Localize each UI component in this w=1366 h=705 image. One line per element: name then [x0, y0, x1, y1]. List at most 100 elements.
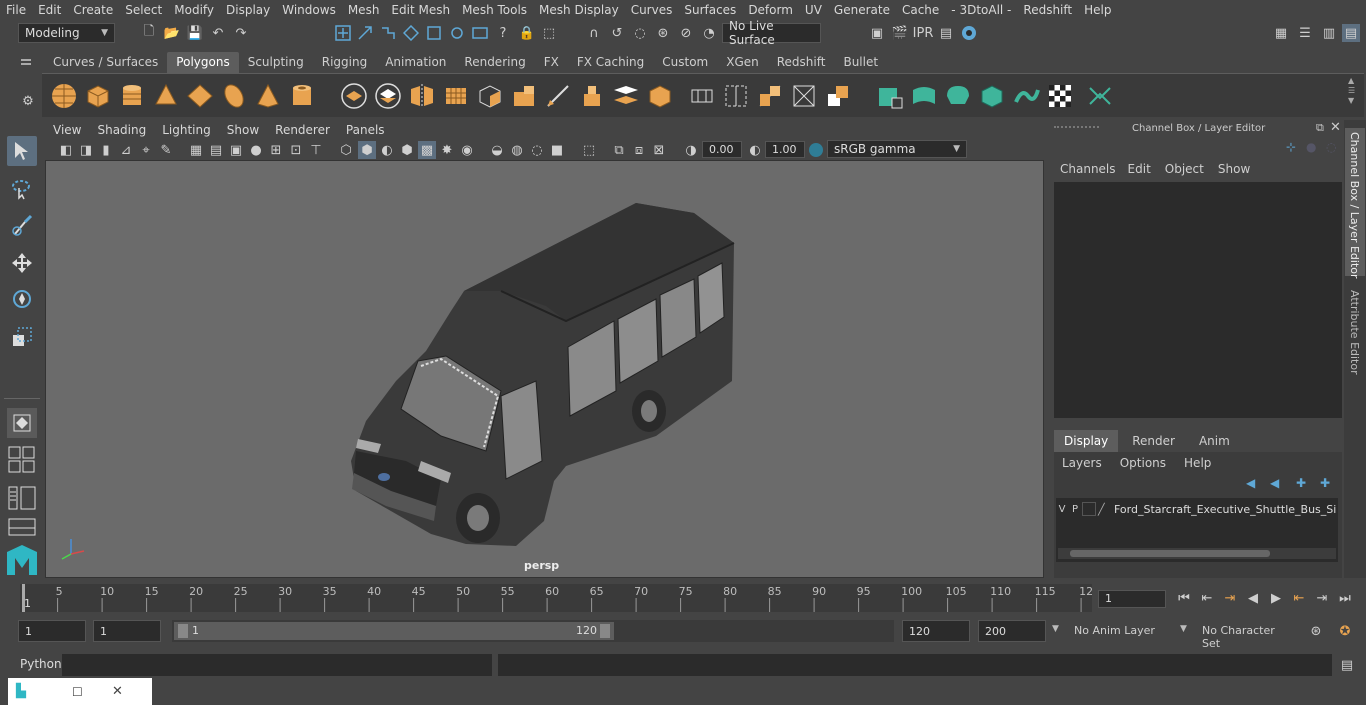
poly-cylinder-icon[interactable] — [118, 82, 146, 110]
ipr-render-icon[interactable]: IPR — [913, 24, 934, 42]
poly-plane-icon[interactable] — [186, 82, 214, 110]
menu-3dtoall[interactable]: - 3DtoAll - — [945, 3, 1017, 17]
layer-color-swatch[interactable] — [1082, 502, 1096, 516]
menu-mesh[interactable]: Mesh — [342, 3, 386, 17]
snap-pivot-icon[interactable]: ⊘ — [677, 24, 695, 42]
command-language-label[interactable]: Python — [20, 657, 62, 671]
wireframe-on-shaded-icon[interactable]: ◐ — [378, 141, 396, 159]
playback-preferences-icon[interactable]: ✪ — [1336, 622, 1354, 640]
range-slider-handle[interactable]: 1 120 — [174, 622, 614, 640]
menu-deform[interactable]: Deform — [742, 3, 799, 17]
tab-sculpting[interactable]: Sculpting — [239, 52, 313, 73]
move-layer-down-icon[interactable]: ◀ — [1270, 476, 1279, 490]
magnet-icon[interactable]: ∩ — [585, 24, 603, 42]
scene-start-field[interactable]: 1 — [18, 620, 86, 642]
uv-unfold-icon[interactable] — [1012, 82, 1040, 110]
auto-key-icon[interactable]: ⊛ — [1307, 622, 1325, 640]
anim-layer-dropdown[interactable]: No Anim Layer — [1068, 620, 1170, 642]
current-frame-field[interactable]: 1 — [1098, 590, 1166, 608]
film-gate-icon[interactable]: ▤ — [207, 141, 225, 159]
tab-rendering[interactable]: Rendering — [455, 52, 534, 73]
side-tab-attribute-editor[interactable]: Attribute Editor — [1345, 286, 1365, 376]
soft-select-icon[interactable] — [7, 408, 37, 438]
new-scene-icon[interactable]: 🗋 — [140, 24, 158, 42]
workspace-layout-icon[interactable]: ▦ — [1272, 24, 1290, 42]
menu-mesh-display[interactable]: Mesh Display — [533, 3, 625, 17]
move-tool-icon[interactable] — [7, 248, 37, 278]
speed-icon[interactable]: ● — [1306, 140, 1316, 154]
menu-generate[interactable]: Generate — [828, 3, 896, 17]
bevel-icon[interactable] — [510, 82, 538, 110]
menu-layers[interactable]: Layers — [1062, 456, 1120, 470]
viewport-persp[interactable]: persp — [45, 160, 1044, 578]
smooth-icon[interactable] — [442, 82, 470, 110]
merge-vertices-icon[interactable] — [824, 82, 852, 110]
menu-lighting[interactable]: Lighting — [154, 123, 219, 137]
range-start-grip[interactable] — [178, 624, 188, 638]
redo-icon[interactable]: ↷ — [232, 24, 250, 42]
bridge-icon[interactable] — [612, 82, 640, 110]
render-current-icon[interactable]: 🎬 — [891, 24, 909, 42]
close-panel-icon[interactable]: ✕ — [1330, 120, 1341, 135]
chevron-down-icon[interactable]: ▼ — [1180, 624, 1187, 634]
time-ruler[interactable]: 5 10 15 20 25 30 35 40 45 50 55 60 65 70 75 80 85 90 95 100… — [20, 584, 1093, 612]
lasso-snap-icon[interactable]: ↺ — [608, 24, 626, 42]
select-by-hierarchy-icon[interactable] — [334, 24, 352, 42]
channel-list[interactable] — [1054, 182, 1342, 418]
tab-fx-caching[interactable]: FX Caching — [568, 52, 653, 73]
range-end-grip[interactable] — [600, 624, 610, 638]
close-icon[interactable]: ✕ — [112, 684, 123, 699]
combine-icon[interactable] — [340, 82, 368, 110]
bookmark-icon[interactable]: ▮ — [97, 141, 115, 159]
xray-icon[interactable]: ■ — [548, 141, 566, 159]
exposure-field[interactable]: 0.00 — [702, 141, 742, 158]
grid-toggle-icon[interactable]: ▦ — [187, 141, 205, 159]
step-forward-key-icon[interactable]: ⇥ — [1313, 589, 1331, 607]
menu-cb-show[interactable]: Show — [1218, 162, 1250, 176]
layer-hscrollbar[interactable] — [1058, 548, 1336, 559]
layout-single-icon[interactable] — [8, 518, 36, 536]
wireframe-icon[interactable]: ⬡ — [337, 141, 355, 159]
menu-modify[interactable]: Modify — [168, 3, 220, 17]
layer-name[interactable]: Ford_Starcraft_Executive_Shuttle_Bus_Sim… — [1114, 503, 1336, 516]
layer-edit-icon[interactable]: ╱ — [1098, 503, 1114, 516]
script-editor-icon[interactable]: ▤ — [1338, 656, 1356, 674]
character-set-dropdown[interactable]: No Character Set — [1196, 620, 1300, 650]
paint-select-tool-icon[interactable] — [7, 210, 37, 240]
layer-row[interactable]: V P ╱ Ford_Starcraft_Executive_Shuttle_B… — [1056, 500, 1338, 518]
tab-render[interactable]: Render — [1118, 430, 1189, 452]
hypershade-icon[interactable] — [960, 24, 978, 42]
uv-cylindrical-icon[interactable] — [910, 82, 938, 110]
snap-grid-icon[interactable] — [402, 24, 420, 42]
depth-of-field-icon[interactable]: ◌ — [528, 141, 546, 159]
time-slider[interactable]: 5 10 15 20 25 30 35 40 45 50 55 60 65 70 75 80 85 90 95 100… — [0, 580, 1366, 616]
field-chart-icon[interactable]: ⊞ — [267, 141, 285, 159]
multi-cut-icon[interactable] — [544, 82, 572, 110]
shelf-settings-gear-icon[interactable]: ⚙ — [19, 92, 37, 110]
maximize-icon[interactable]: ☐ — [72, 685, 84, 699]
poly-pipe-icon[interactable] — [288, 82, 316, 110]
camera-attributes-icon[interactable]: ◨ — [77, 141, 95, 159]
manipulator-icon[interactable]: ⊹ — [1286, 140, 1296, 154]
playback-start-field[interactable]: 1 — [93, 620, 161, 642]
step-back-frame-icon[interactable]: ⇥ — [1221, 589, 1239, 607]
tab-anim[interactable]: Anim — [1189, 430, 1240, 452]
play-forwards-icon[interactable]: ▶ — [1267, 589, 1285, 607]
shelf-scroll-arrows[interactable]: ▲ ☰ ▼ — [1348, 76, 1358, 114]
isolate-select-icon[interactable]: ⬚ — [580, 141, 598, 159]
resolution-gate-icon[interactable]: ▣ — [227, 141, 245, 159]
playback-end-field[interactable]: 120 — [902, 620, 970, 642]
menu-object[interactable]: Object — [1165, 162, 1218, 176]
menu-edit-mesh[interactable]: Edit Mesh — [385, 3, 456, 17]
new-layer-icon[interactable]: ✚ — [1296, 476, 1306, 490]
toggle-channel-box-icon[interactable]: ▤ — [1342, 24, 1360, 42]
float-panel-icon[interactable]: ⧉ — [1316, 121, 1324, 135]
open-scene-icon[interactable]: 📂 — [163, 24, 181, 42]
tab-curves-surfaces[interactable]: Curves / Surfaces — [44, 52, 167, 73]
menu-renderer[interactable]: Renderer — [267, 123, 338, 137]
menu-cb-edit[interactable]: Edit — [1128, 162, 1165, 176]
hyperbolic-icon[interactable]: ◌ — [1326, 140, 1336, 154]
two-d-pan-icon[interactable]: ⌖ — [137, 141, 155, 159]
new-layer-selected-icon[interactable]: ✚ — [1320, 476, 1330, 490]
select-by-component-icon[interactable] — [356, 24, 374, 42]
